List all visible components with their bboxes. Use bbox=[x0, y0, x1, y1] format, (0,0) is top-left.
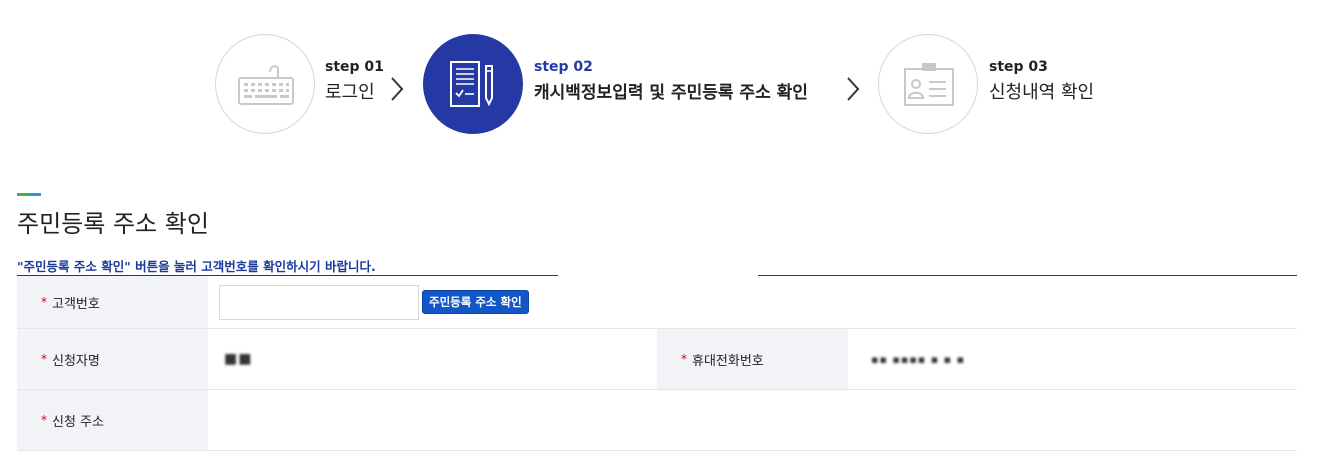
step-01-text: step 01 로그인 bbox=[325, 58, 384, 106]
mobile-number-header: * 휴대전화번호 bbox=[657, 329, 848, 389]
step-02-text: step 02 캐시백정보입력 및 주민등록 주소 확인 bbox=[534, 58, 808, 106]
id-card-icon bbox=[904, 63, 954, 106]
applicant-row: * 신청자명 ■■ * 휴대전화번호 ▪▪ ▪▪▪▪ ▪ ▪ ▪ bbox=[17, 329, 1297, 390]
applicant-name-header: * 신청자명 bbox=[17, 329, 208, 389]
chevron-right-icon bbox=[847, 77, 860, 101]
step-01-circle bbox=[215, 34, 315, 134]
required-mark: * bbox=[681, 352, 687, 366]
required-mark: * bbox=[41, 352, 47, 366]
customer-number-label: 고객번호 bbox=[52, 296, 100, 312]
step-02-number: step 02 bbox=[534, 59, 593, 75]
chevron-right-icon bbox=[391, 77, 404, 101]
document-pen-icon bbox=[450, 61, 493, 107]
customer-number-cell: 주민등록 주소 확인 bbox=[219, 276, 529, 328]
section-title: 주민등록 주소 확인 bbox=[17, 210, 209, 238]
step-02-label: 캐시백정보입력 및 주민등록 주소 확인 bbox=[534, 83, 808, 103]
applicant-name-label: 신청자명 bbox=[52, 353, 100, 369]
step-03-circle bbox=[878, 34, 978, 134]
mobile-number-label: 휴대전화번호 bbox=[692, 353, 764, 369]
applicant-name-value: ■■ bbox=[224, 351, 253, 367]
mobile-number-value-cell: ▪▪ ▪▪▪▪ ▪ ▪ ▪ bbox=[871, 329, 965, 389]
step-03-label: 신청내역 확인 bbox=[989, 82, 1095, 103]
guide-text: "주민등록 주소 확인" 버튼을 눌러 고객번호를 확인하시기 바랍니다. bbox=[17, 259, 376, 274]
step-01-number: step 01 bbox=[325, 59, 384, 75]
keyboard-icon bbox=[238, 65, 294, 105]
applicant-name-value-cell: ■■ bbox=[224, 329, 252, 389]
address-row: * 신청 주소 bbox=[17, 390, 1297, 451]
mobile-number-value: ▪▪ ▪▪▪▪ ▪ ▪ ▪ bbox=[871, 352, 966, 366]
address-confirm-button[interactable]: 주민등록 주소 확인 bbox=[422, 290, 529, 314]
address-header: * 신청 주소 bbox=[17, 390, 208, 450]
section-title-accent bbox=[17, 193, 41, 196]
address-label: 신청 주소 bbox=[52, 414, 104, 430]
customer-number-header: * 고객번호 bbox=[17, 276, 208, 328]
required-mark: * bbox=[41, 413, 47, 427]
step-indicator: step 01 로그인 step 02 캐시백정보입력 및 주민등록 주소 확인 bbox=[0, 0, 1317, 150]
step-03-text: step 03 신청내역 확인 bbox=[989, 58, 1094, 106]
step-03-number: step 03 bbox=[989, 59, 1048, 75]
step-02-circle bbox=[423, 34, 523, 134]
step-01-label: 로그인 bbox=[325, 82, 375, 103]
customer-number-input[interactable] bbox=[219, 284, 419, 320]
redaction-patch bbox=[558, 269, 758, 325]
required-mark: * bbox=[41, 295, 47, 309]
